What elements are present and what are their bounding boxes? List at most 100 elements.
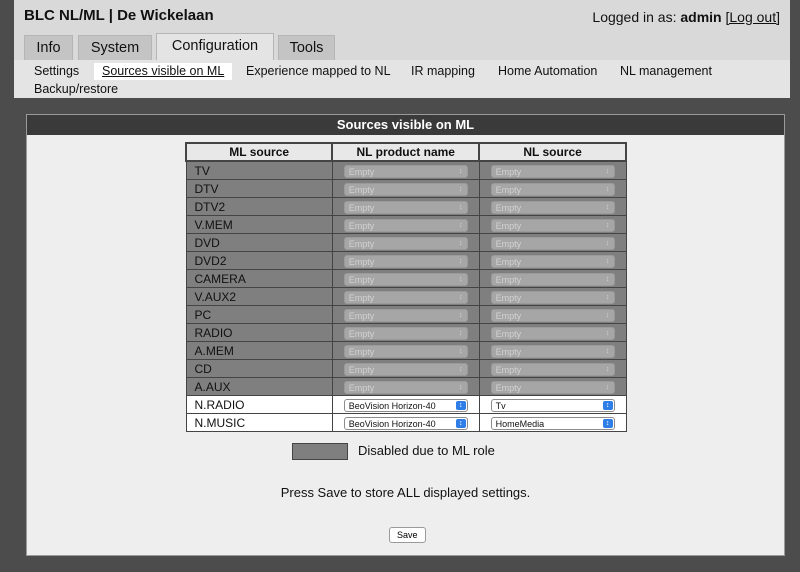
chevron-up-down-icon: ↕ <box>605 275 610 283</box>
nl-source-select: Empty ↕ <box>490 254 615 268</box>
subnav-home-automation[interactable]: Home Automation <box>498 63 597 80</box>
nl-product-select[interactable]: BeoVision Horizon-40 ↕ <box>343 398 468 412</box>
chevron-up-down-icon: ↕ <box>605 293 610 301</box>
nl-product-select: Empty ↕ <box>343 182 468 196</box>
tab-configuration[interactable]: Configuration <box>156 33 274 61</box>
nl-source-cell: HomeMedia ↕ <box>478 413 627 432</box>
save-button[interactable]: Save <box>389 527 426 543</box>
nl-source-select: Empty ↕ <box>490 272 615 286</box>
logout-link[interactable]: [Log out] <box>726 9 781 25</box>
table-row: V.MEM Empty ↕ Empty ↕ <box>185 215 627 234</box>
ml-source-cell: V.AUX2 <box>185 287 333 306</box>
chevron-up-down-icon: ↕ <box>458 167 463 175</box>
tab-info[interactable]: Info <box>24 35 73 61</box>
nl-product-cell: Empty ↕ <box>331 233 480 252</box>
nl-product-select[interactable]: BeoVision Horizon-40 ↕ <box>343 416 468 430</box>
table-row: N.RADIO BeoVision Horizon-40 ↕ Tv ↕ <box>185 395 627 414</box>
select-value: Empty <box>495 382 522 393</box>
nl-source-select[interactable]: Tv ↕ <box>490 398 615 412</box>
chevron-up-down-icon: ↕ <box>605 203 610 211</box>
login-status: Logged in as: admin [Log out] <box>592 9 780 25</box>
chevron-up-down-icon: ↕ <box>455 418 466 428</box>
nl-product-select: Empty ↕ <box>343 236 468 250</box>
select-value: Empty <box>348 310 375 321</box>
chevron-up-down-icon: ↕ <box>605 167 610 175</box>
tab-label: System <box>90 40 140 56</box>
nl-source-select: Empty ↕ <box>490 326 615 340</box>
ml-source-cell: RADIO <box>185 323 333 342</box>
nl-source-select: Empty ↕ <box>490 308 615 322</box>
subnav: Settings Sources visible on ML Experienc… <box>14 60 790 98</box>
nl-product-cell: BeoVision Horizon-40 ↕ <box>331 413 480 432</box>
ml-source-cell: A.AUX <box>185 377 333 396</box>
nl-source-select: Empty ↕ <box>490 164 615 178</box>
select-value: Empty <box>495 328 522 339</box>
ml-source-cell: N.MUSIC <box>185 413 333 432</box>
nl-product-cell: Empty ↕ <box>331 197 480 216</box>
select-value: Tv <box>495 400 506 411</box>
select-value: Empty <box>495 166 522 177</box>
save-note: Press Save to store ALL displayed settin… <box>280 485 531 500</box>
nl-source-select: Empty ↕ <box>490 182 615 196</box>
login-prefix: Logged in as: <box>592 9 677 25</box>
nl-product-select: Empty ↕ <box>343 272 468 286</box>
chevron-up-down-icon: ↕ <box>605 311 610 319</box>
chevron-up-down-icon: ↕ <box>458 365 463 373</box>
select-value: Empty <box>495 310 522 321</box>
chevron-up-down-icon: ↕ <box>605 185 610 193</box>
tab-tools[interactable]: Tools <box>278 35 335 61</box>
subnav-experience-mapped-to-nl[interactable]: Experience mapped to NL <box>246 63 391 80</box>
select-value: Empty <box>348 382 375 393</box>
chevron-up-down-icon: ↕ <box>458 329 463 337</box>
ml-source-cell: DTV <box>185 179 333 198</box>
ml-source-cell: N.RADIO <box>185 395 333 414</box>
nl-source-cell: Empty ↕ <box>478 179 627 198</box>
nl-product-select: Empty ↕ <box>343 326 468 340</box>
chevron-up-down-icon: ↕ <box>605 239 610 247</box>
subnav-backup-restore[interactable]: Backup/restore <box>34 81 118 98</box>
nl-product-select: Empty ↕ <box>343 344 468 358</box>
table-row: A.AUX Empty ↕ Empty ↕ <box>185 377 627 396</box>
chevron-up-down-icon: ↕ <box>602 418 613 428</box>
select-value: Empty <box>348 346 375 357</box>
ml-source-cell: CAMERA <box>185 269 333 288</box>
chevron-up-down-icon: ↕ <box>458 239 463 247</box>
chevron-up-down-icon: ↕ <box>605 257 610 265</box>
table-row: CAMERA Empty ↕ Empty ↕ <box>185 269 627 288</box>
chevron-up-down-icon: ↕ <box>605 329 610 337</box>
app-window: BLC NL/ML | De Wickelaan Logged in as: a… <box>0 0 800 572</box>
nl-source-cell: Empty ↕ <box>478 341 627 360</box>
app-title: BLC NL/ML | De Wickelaan <box>24 7 214 24</box>
nl-source-cell: Empty ↕ <box>478 359 627 378</box>
ml-source-cell: A.MEM <box>185 341 333 360</box>
subnav-nl-management[interactable]: NL management <box>620 63 712 80</box>
nl-product-cell: Empty ↕ <box>331 305 480 324</box>
ml-source-cell: V.MEM <box>185 215 333 234</box>
tab-system[interactable]: System <box>78 35 152 61</box>
nl-source-cell: Empty ↕ <box>478 323 627 342</box>
subnav-ir-mapping[interactable]: IR mapping <box>411 63 475 80</box>
nl-source-select: Empty ↕ <box>490 344 615 358</box>
table-row: PC Empty ↕ Empty ↕ <box>185 305 627 324</box>
select-value: Empty <box>495 364 522 375</box>
chevron-up-down-icon: ↕ <box>458 347 463 355</box>
select-value: Empty <box>348 238 375 249</box>
nl-product-select: Empty ↕ <box>343 308 468 322</box>
nl-product-cell: Empty ↕ <box>331 215 480 234</box>
table-row: CD Empty ↕ Empty ↕ <box>185 359 627 378</box>
chevron-up-down-icon: ↕ <box>605 365 610 373</box>
nl-product-cell: Empty ↕ <box>331 341 480 360</box>
nl-product-cell: Empty ↕ <box>331 251 480 270</box>
nl-product-cell: BeoVision Horizon-40 ↕ <box>331 395 480 414</box>
select-value: Empty <box>495 202 522 213</box>
subnav-settings[interactable]: Settings <box>34 63 79 80</box>
nl-product-cell: Empty ↕ <box>331 160 480 180</box>
nl-source-select[interactable]: HomeMedia ↕ <box>490 416 615 430</box>
tab-label: Tools <box>289 40 324 56</box>
select-value: Empty <box>495 346 522 357</box>
select-value: Empty <box>495 292 522 303</box>
select-value: Empty <box>348 256 375 267</box>
nl-source-select: Empty ↕ <box>490 362 615 376</box>
subnav-sources-visible-on-ml[interactable]: Sources visible on ML <box>94 63 233 80</box>
table-row: DTV Empty ↕ Empty ↕ <box>185 179 627 198</box>
